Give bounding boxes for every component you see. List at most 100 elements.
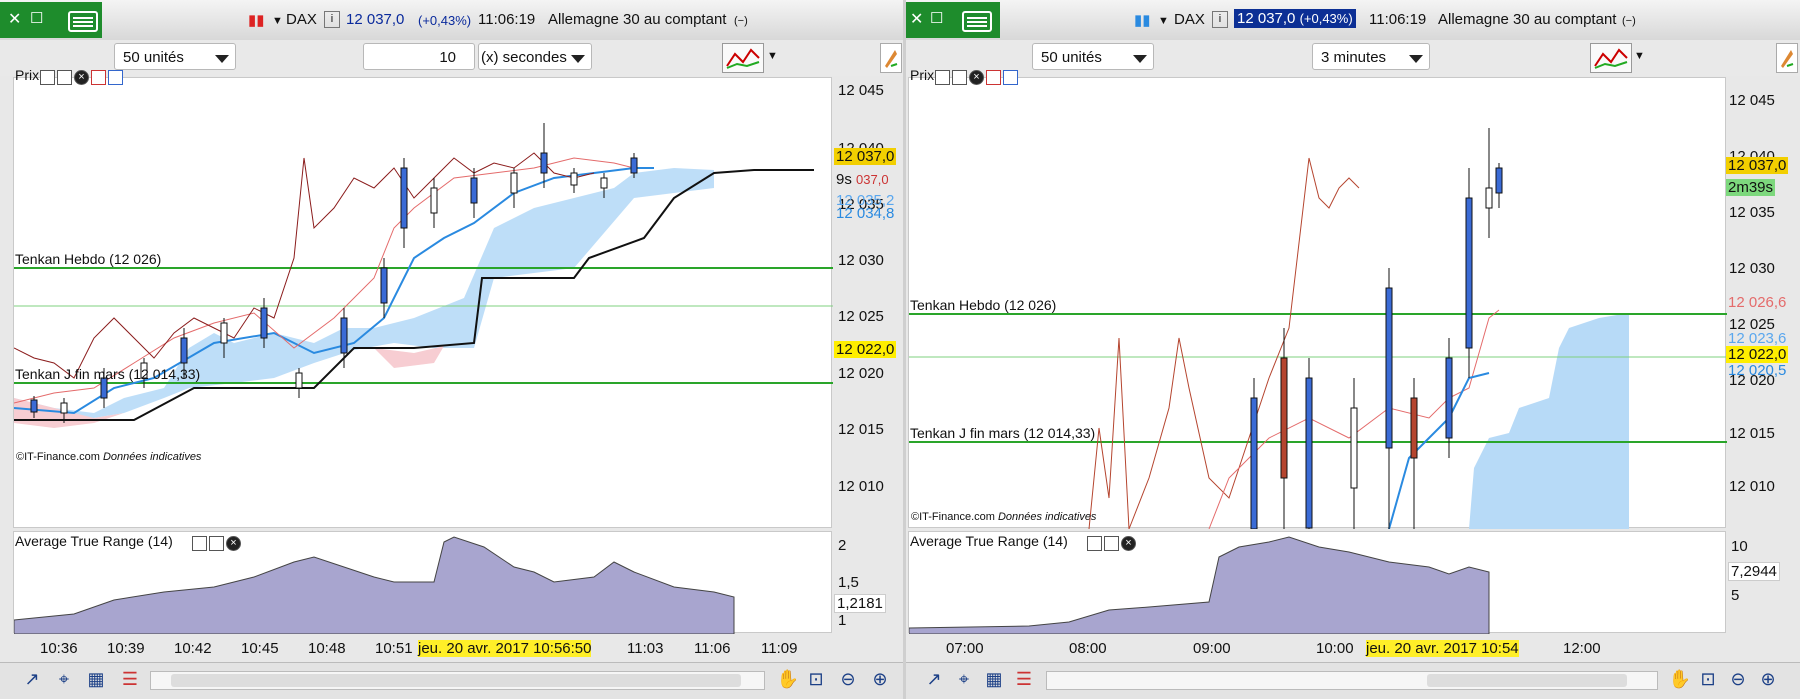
hline-label-hebdo: Tenkan Hebdo (12 026)	[910, 297, 1057, 313]
units-select[interactable]: 50 unités	[1032, 43, 1154, 70]
atr-chart[interactable]: Average True Range (14) ×	[908, 531, 1726, 634]
change-value: (+0,43%)	[1299, 11, 1353, 26]
up-arrow-icon[interactable]	[108, 69, 123, 85]
crosshair-icon[interactable]: ⌖	[952, 667, 976, 691]
indicators-icon[interactable]	[722, 43, 764, 73]
zoom-in-icon[interactable]: ⊕	[1756, 667, 1780, 691]
crosshair-icon[interactable]: ⌖	[52, 667, 76, 691]
interval-unit-select[interactable]: (x) secondes	[478, 43, 592, 70]
close-icon[interactable]: ×	[969, 69, 984, 85]
y-axis-label: 12 010	[838, 478, 884, 495]
atr-label: Average True Range (14)	[910, 533, 1068, 549]
drawing-icon[interactable]	[880, 43, 902, 73]
zoom-in-icon[interactable]: ⊕	[868, 667, 892, 691]
time-label: 11:06:19	[1369, 11, 1427, 28]
zoom-out-icon[interactable]: ⊖	[836, 667, 860, 691]
chevron-down-icon[interactable]: ▼	[1634, 50, 1645, 62]
level-tag: 12 022,0	[1726, 346, 1789, 363]
bars-icon[interactable]: ☰	[1012, 667, 1036, 691]
y-axis-label: 12 010	[1729, 478, 1775, 495]
y-axis-label: 12 025	[838, 308, 884, 325]
panel-label-prix: Prix	[910, 67, 934, 83]
price-label: 12 037,0 (+0,43%)	[1234, 9, 1356, 28]
symbol-label: DAX	[1174, 11, 1205, 28]
wrench-icon[interactable]	[40, 69, 55, 85]
close-icon[interactable]: ×	[1121, 535, 1136, 551]
close-icon[interactable]: ×	[226, 535, 241, 551]
keyboard-icon[interactable]	[962, 11, 992, 32]
hline-label-j: Tenkan J fin mars (12 014,33)	[15, 366, 201, 382]
up-arrow-icon[interactable]	[1003, 69, 1018, 85]
chevron-down-icon[interactable]: ▼	[1158, 15, 1169, 27]
table-icon[interactable]: ▦	[982, 667, 1006, 691]
blue-tag: 12 034,8	[836, 205, 895, 222]
drawing-icon[interactable]	[1776, 43, 1798, 73]
atr-y-label: 1	[838, 612, 847, 629]
prix-label: Prix	[910, 67, 935, 83]
price-tag: 12 037,0	[1726, 157, 1789, 174]
table-icon[interactable]: ▦	[84, 667, 108, 691]
restore-icon[interactable]: ☐	[930, 9, 943, 27]
info-icon[interactable]: i	[324, 11, 340, 28]
atr-y-label: 1,5	[838, 574, 859, 591]
zoom-icon[interactable]: ⊡	[804, 667, 828, 691]
panel-label-prix: Prix	[15, 67, 39, 83]
x-axis-label: 12:00	[1563, 640, 1601, 657]
atr-y-label: 10	[1731, 538, 1748, 555]
units-select[interactable]: 50 unités	[114, 43, 236, 70]
x-axis-label: 10:45	[241, 640, 279, 657]
atr-icons: ×	[192, 534, 243, 551]
y-axis-label: 12 045	[1729, 92, 1775, 109]
wrench-icon[interactable]	[192, 535, 207, 551]
trend-icon[interactable]: ↗	[20, 667, 44, 691]
close-icon[interactable]: ×	[74, 69, 89, 85]
atr-chart[interactable]: Average True Range (14) ×	[13, 531, 832, 634]
red-tag: 037,0	[856, 172, 889, 187]
candle-icon[interactable]: ▮▮	[1134, 11, 1151, 29]
level-tag: 12 022,0	[834, 341, 897, 358]
note-text: Données indicatives	[102, 451, 202, 463]
window-icon[interactable]	[952, 69, 967, 85]
window-icon[interactable]	[209, 535, 224, 551]
down-arrow-icon[interactable]	[986, 69, 1001, 85]
interval-select[interactable]: 3 minutes	[1312, 43, 1430, 70]
close-icon[interactable]: ✕	[8, 9, 21, 29]
hand-icon[interactable]: ✋	[1668, 667, 1692, 691]
wrench-icon[interactable]	[935, 69, 950, 85]
hand-icon[interactable]: ✋	[776, 667, 800, 691]
trend-icon[interactable]: ↗	[922, 667, 946, 691]
copyright: ©IT-Finance.com Données indicatives	[16, 451, 201, 463]
y-axis-label: 12 030	[838, 252, 884, 269]
x-axis-label: 10:36	[40, 640, 78, 657]
price-chart[interactable]: Prix × Tenkan Hebdo (12 026) Tenkan J fi…	[13, 67, 833, 528]
candle-icon[interactable]: ▮▮	[248, 11, 265, 29]
zoom-out-icon[interactable]: ⊖	[1726, 667, 1750, 691]
chart-window-left: ✕ ☐ ▮▮ ▼ DAX i 12 037,0 (+0,43%) 11:06:1…	[0, 0, 903, 699]
atr-value-tag: 7,2944	[1728, 562, 1780, 581]
atr-value-tag: 1,2181	[834, 594, 886, 613]
window-icon[interactable]	[1104, 535, 1119, 551]
chevron-down-icon[interactable]: ▼	[767, 50, 778, 62]
chevron-down-icon[interactable]: ▼	[272, 15, 283, 27]
bars-icon[interactable]: ☰	[118, 667, 142, 691]
price-tag: 12 037,0	[834, 148, 897, 165]
panel-icons: ×	[935, 68, 1020, 85]
cursor-date: jeu. 20 avr. 2017 10:54	[1366, 640, 1519, 657]
restore-icon[interactable]: ☐	[30, 9, 43, 27]
interval-input[interactable]: 10	[363, 43, 475, 70]
price-chart[interactable]: Prix × Tenkan Hebdo (12 026) Tenkan J fi…	[908, 67, 1727, 529]
indicators-icon[interactable]	[1590, 43, 1632, 73]
close-icon[interactable]: ✕	[910, 9, 923, 29]
down-arrow-icon[interactable]	[91, 69, 106, 85]
info-icon[interactable]: i	[1212, 11, 1228, 28]
zoom-icon[interactable]: ⊡	[1696, 667, 1720, 691]
horizontal-scrollbar[interactable]	[1046, 671, 1658, 690]
keyboard-icon[interactable]	[68, 11, 98, 32]
wrench-icon[interactable]	[1087, 535, 1102, 551]
x-axis-label: 10:00	[1316, 640, 1354, 657]
window-icon[interactable]	[57, 69, 72, 85]
description-label: Allemagne 30 au comptant	[548, 11, 727, 28]
change-label: (+0,43%)	[418, 13, 472, 28]
price-value: 12 037,0	[1237, 10, 1296, 27]
horizontal-scrollbar[interactable]	[150, 671, 765, 690]
